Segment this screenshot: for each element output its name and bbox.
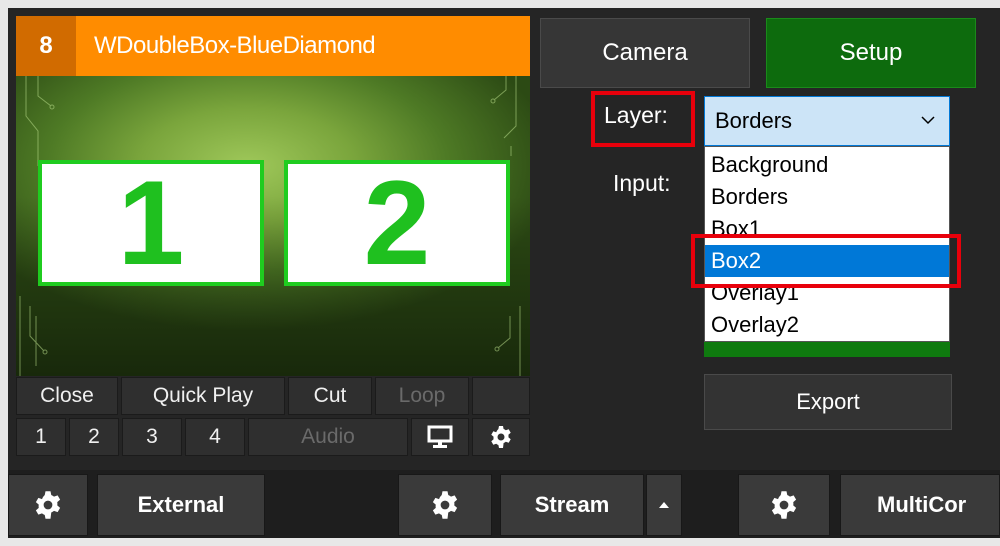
input-settings-button[interactable] (472, 418, 530, 456)
layer-label-highlight (591, 91, 695, 147)
layer-option-background[interactable]: Background (705, 149, 949, 181)
stream-menu-button[interactable] (646, 474, 682, 536)
gear-icon (35, 491, 61, 519)
layer-option-overlay2[interactable]: Overlay2 (705, 309, 949, 341)
cut-button[interactable]: Cut (288, 377, 372, 415)
close-button[interactable]: Close (16, 377, 118, 415)
overlay-4-button[interactable]: 4 (185, 418, 245, 456)
input-title-bar[interactable]: 8 WDoubleBox-BlueDiamond (16, 16, 530, 76)
chevron-down-icon (921, 116, 935, 125)
export-button[interactable]: Export (704, 374, 952, 430)
overlay-1-button[interactable]: 1 (16, 418, 66, 456)
layer-select-value: Borders (715, 108, 793, 133)
overlay-3-button[interactable]: 3 (122, 418, 182, 456)
preview-box-1: 1 (38, 160, 264, 286)
audio-button[interactable]: Audio (248, 418, 408, 456)
gear-icon (771, 491, 797, 519)
overlay-2-button[interactable]: 2 (69, 418, 119, 456)
gear-icon (432, 491, 458, 519)
input-number: 8 (16, 16, 76, 76)
multicorder-button[interactable]: MultiCor (840, 474, 1000, 536)
multicorder-settings-button[interactable] (738, 474, 830, 536)
box2-option-highlight (691, 234, 961, 288)
monitor-icon (427, 425, 453, 448)
preview-box-2: 2 (284, 160, 510, 286)
external-button[interactable]: External (97, 474, 265, 536)
input-label: Input: (613, 170, 671, 196)
gear-icon (491, 426, 511, 448)
caret-up-icon (659, 502, 669, 508)
stream-button[interactable]: Stream (500, 474, 644, 536)
monitor-button[interactable] (411, 418, 469, 456)
layer-option-borders[interactable]: Borders (705, 181, 949, 213)
blank-control (472, 377, 530, 415)
stream-settings-button[interactable] (398, 474, 492, 536)
setup-button[interactable]: Setup (766, 18, 976, 88)
input-preview[interactable]: 1 2 (16, 76, 530, 376)
loop-button[interactable]: Loop (375, 377, 469, 415)
external-settings-button[interactable] (8, 474, 88, 536)
vmix-window: 8 WDoubleBox-BlueDiamond 1 2 Close Quick… (0, 0, 1000, 546)
camera-button[interactable]: Camera (540, 18, 750, 88)
layer-select[interactable]: Borders (704, 96, 950, 146)
input-title: WDoubleBox-BlueDiamond (94, 32, 376, 59)
quick-play-button[interactable]: Quick Play (121, 377, 285, 415)
